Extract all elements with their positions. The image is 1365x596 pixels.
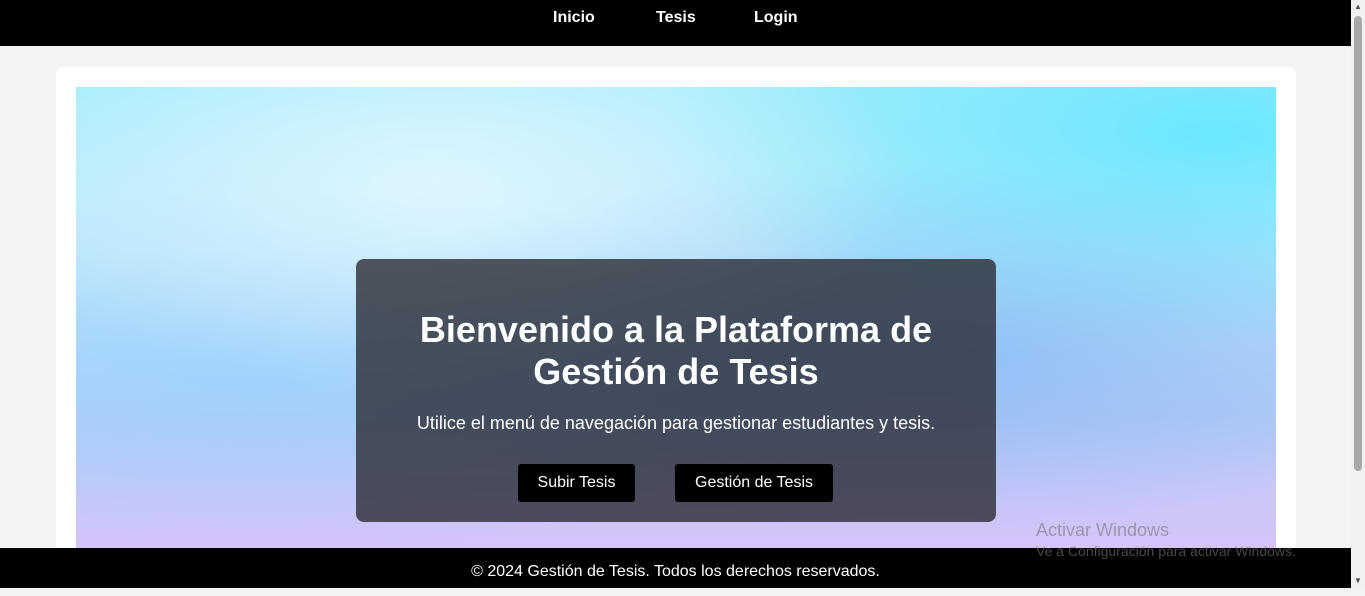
scrollbar-thumb[interactable]	[1354, 16, 1362, 471]
welcome-subtitle: Utilice el menú de navegación para gesti…	[416, 413, 936, 433]
nav-link-login[interactable]: Login	[754, 0, 798, 27]
welcome-title: Bienvenido a la Plataforma de Gestión de…	[419, 309, 933, 392]
footer-copyright: © 2024 Gestión de Tesis. Todos los derec…	[471, 563, 880, 580]
watermark-subtitle: Ve a Configuración para activar Windows.	[1036, 543, 1296, 559]
windows-activation-watermark: Activar Windows Ve a Configuración para …	[1036, 520, 1296, 559]
welcome-panel: Bienvenido a la Plataforma de Gestión de…	[356, 259, 996, 522]
nav-link-inicio[interactable]: Inicio	[553, 0, 595, 27]
top-navigation-bar: Inicio Tesis Login	[0, 0, 1351, 46]
upload-thesis-button[interactable]: Subir Tesis	[518, 464, 635, 502]
manage-thesis-button[interactable]: Gestión de Tesis	[675, 464, 833, 502]
vertical-scrollbar[interactable]: ▲ ▼	[1351, 0, 1365, 588]
scroll-down-arrow-icon[interactable]: ▼	[1351, 574, 1365, 588]
watermark-title: Activar Windows	[1036, 520, 1170, 540]
scroll-up-arrow-icon[interactable]: ▲	[1351, 0, 1365, 14]
nav-link-tesis[interactable]: Tesis	[656, 0, 696, 27]
